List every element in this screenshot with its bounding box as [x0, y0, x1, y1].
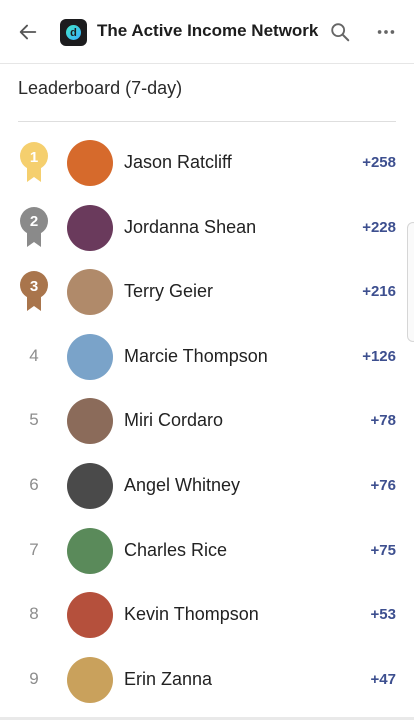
member-points: +47: [370, 670, 396, 688]
member-name[interactable]: Jason Ratcliff: [124, 152, 232, 173]
avatar[interactable]: [67, 269, 113, 316]
logo-letter: d: [66, 25, 81, 40]
app-bar: d The Active Income Network: [0, 0, 414, 64]
member-points: +76: [370, 476, 396, 494]
leaderboard-row[interactable]: 4 Marcie Thompson +126: [0, 324, 414, 389]
rank-number: 9: [29, 668, 39, 688]
leaderboard-row[interactable]: 3 Terry Geier +216: [0, 259, 414, 324]
leaderboard-row[interactable]: 5 Miri Cordaro +78: [0, 388, 414, 453]
avatar[interactable]: [67, 656, 113, 703]
avatar[interactable]: [67, 204, 113, 251]
more-horizontal-icon: [377, 30, 395, 34]
member-points: +78: [370, 412, 396, 430]
app-logo: d: [60, 19, 87, 46]
avatar[interactable]: [67, 333, 113, 380]
member-name[interactable]: Angel Whitney: [124, 475, 240, 496]
member-points: +75: [370, 541, 396, 559]
rank-number: 4: [29, 345, 39, 365]
avatar[interactable]: [67, 592, 113, 639]
leaderboard-list: 1 Jason Ratcliff +258 2 Jordanna Shean +…: [0, 130, 414, 711]
rank-number: 5: [29, 410, 39, 430]
arrow-left-icon: [19, 24, 37, 40]
member-name[interactable]: Miri Cordaro: [124, 410, 223, 431]
member-name[interactable]: Kevin Thompson: [124, 604, 259, 625]
leaderboard-row[interactable]: 6 Angel Whitney +76: [0, 453, 414, 518]
member-name[interactable]: Jordanna Shean: [124, 217, 256, 238]
rank-number: 6: [29, 474, 39, 494]
avatar[interactable]: [67, 140, 113, 186]
avatar[interactable]: [67, 462, 113, 509]
scroll-handle[interactable]: [407, 222, 414, 342]
search-icon: [331, 23, 350, 42]
rank-number: 3: [29, 277, 39, 295]
leaderboard-row[interactable]: 8 Kevin Thompson +53: [0, 582, 414, 647]
rank-number: 2: [29, 213, 39, 231]
more-options-button[interactable]: [366, 12, 406, 52]
search-button[interactable]: [320, 12, 360, 52]
member-points: +228: [362, 218, 396, 236]
member-points: +53: [370, 606, 396, 624]
avatar[interactable]: [67, 398, 113, 445]
page-title: The Active Income Network: [97, 21, 319, 40]
back-button[interactable]: [8, 12, 48, 52]
member-name[interactable]: Terry Geier: [124, 281, 213, 302]
member-points: +258: [362, 154, 396, 171]
leaderboard-row[interactable]: 2 Jordanna Shean +228: [0, 195, 414, 260]
avatar[interactable]: [67, 527, 113, 574]
section-title: Leaderboard (7-day): [18, 78, 183, 98]
leaderboard-row[interactable]: 1 Jason Ratcliff +258: [0, 130, 414, 195]
divider: [18, 121, 396, 122]
member-name[interactable]: Charles Rice: [124, 540, 227, 561]
leaderboard-row[interactable]: 9 Erin Zanna +47: [0, 647, 414, 712]
leaderboard-row[interactable]: 7 Charles Rice +75: [0, 518, 414, 583]
rank-number: 1: [29, 148, 39, 166]
member-name[interactable]: Erin Zanna: [124, 669, 212, 690]
member-points: +216: [362, 283, 396, 301]
member-points: +126: [362, 347, 396, 365]
rank-number: 8: [29, 604, 39, 624]
member-name[interactable]: Marcie Thompson: [124, 346, 268, 367]
rank-number: 7: [29, 539, 39, 559]
